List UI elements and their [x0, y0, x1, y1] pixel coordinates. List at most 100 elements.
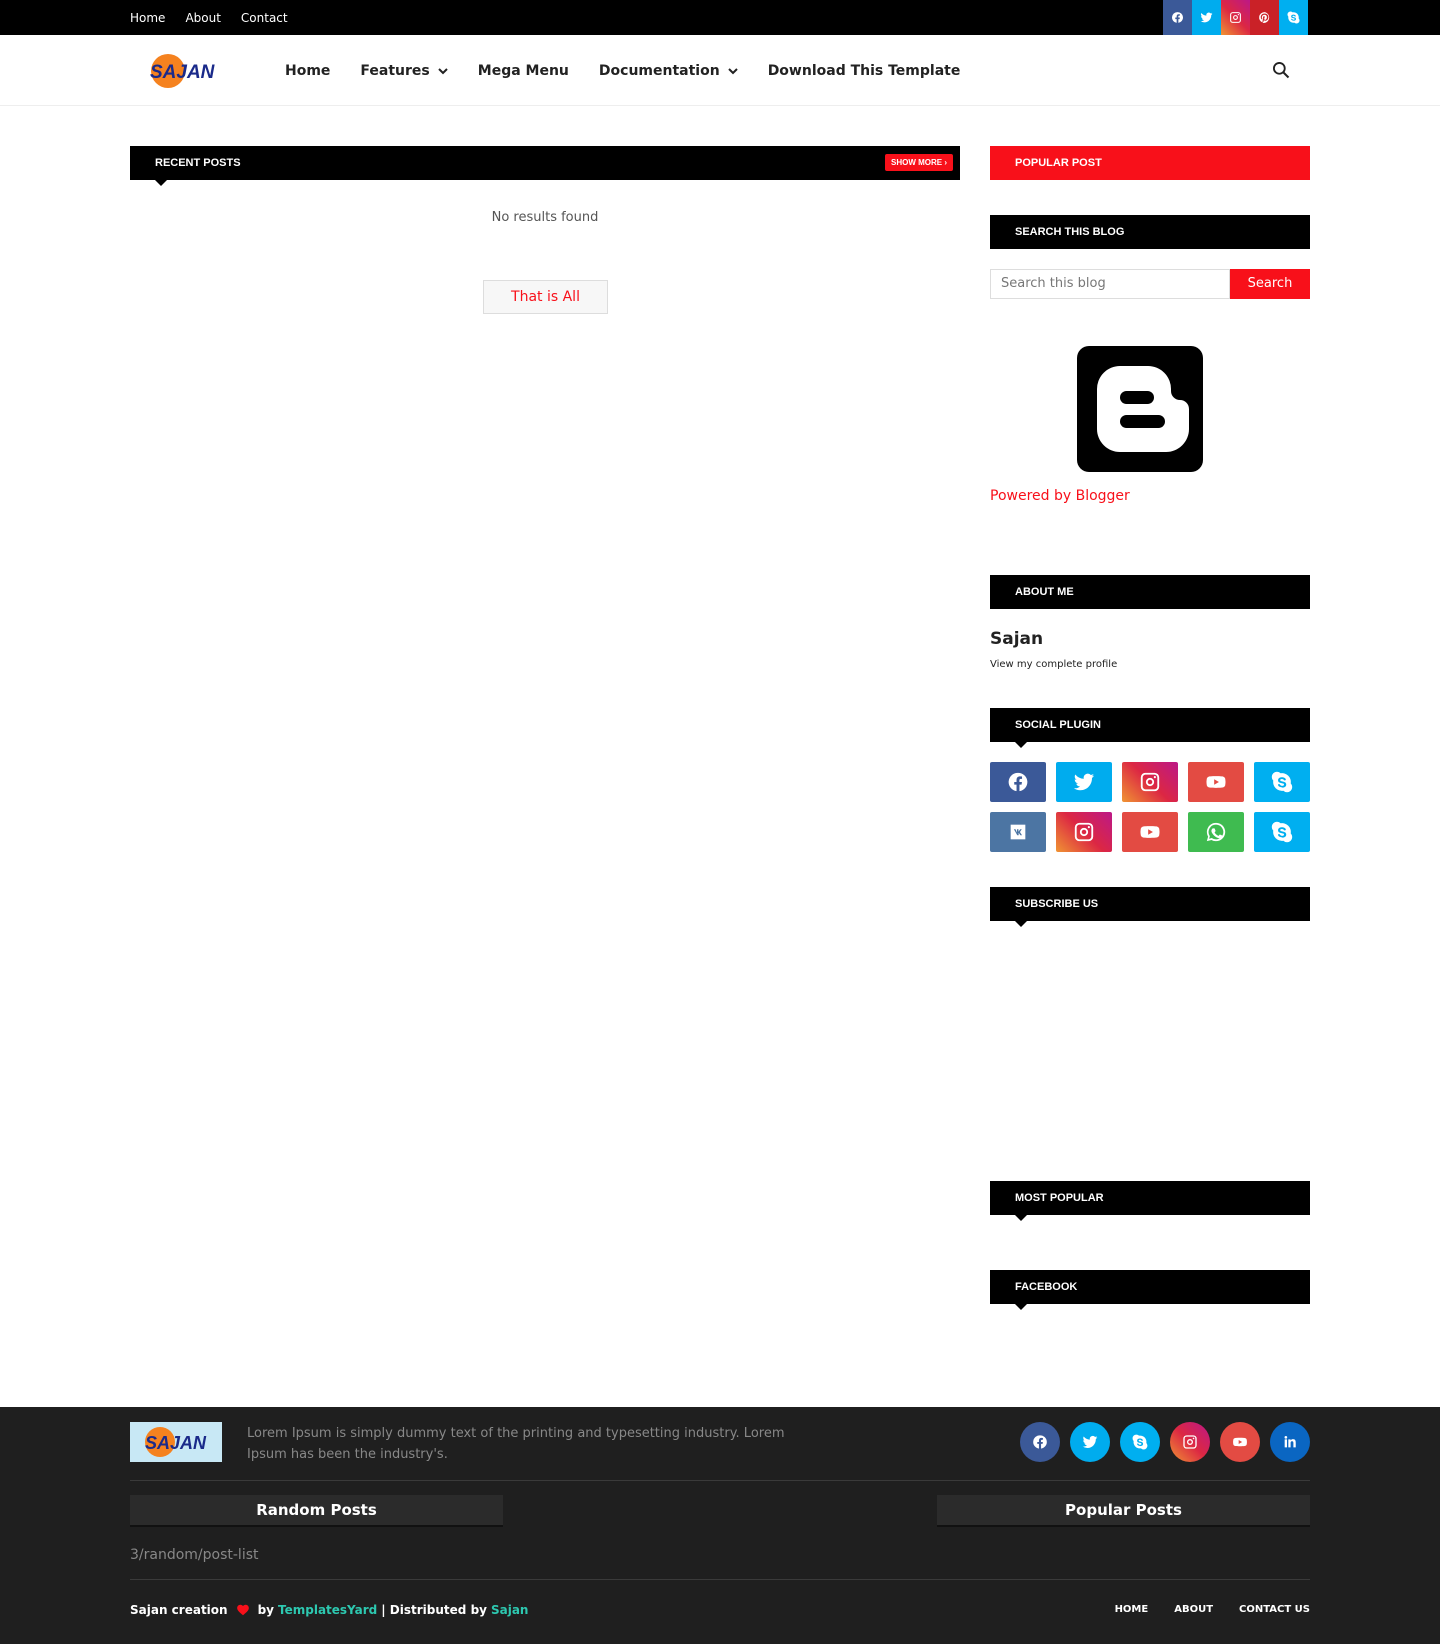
top-menu-home[interactable]: Home — [130, 11, 165, 25]
social-header: Social Plugin — [990, 708, 1310, 748]
facebook-widget: Facebook — [990, 1270, 1310, 1310]
popular-post-title: Popular Post — [1015, 157, 1102, 169]
show-more-button[interactable]: SHOW MORE › — [885, 154, 953, 171]
youtube-icon[interactable] — [1122, 812, 1178, 852]
pinterest-icon[interactable] — [1250, 0, 1279, 35]
search-form: Search this blog Search — [990, 269, 1310, 299]
site-header: SAJAN Home Features Mega Menu Documentat… — [0, 35, 1440, 106]
subscribe-widget: Subscribe Us — [990, 887, 1310, 927]
social-title: Social Plugin — [1015, 719, 1101, 731]
social-plugin-grid — [990, 762, 1310, 852]
title-arrow — [1015, 921, 1027, 927]
credit-text: Sajan creation — [130, 1603, 228, 1617]
about-title: About Me — [1015, 586, 1074, 598]
search-button[interactable]: Search — [1230, 269, 1310, 299]
nav-documentation[interactable]: Documentation — [599, 63, 738, 79]
heart-icon — [236, 1604, 249, 1616]
footer-menu-contact[interactable]: CONTACT US — [1239, 1604, 1310, 1615]
about-widget: About Me — [990, 575, 1310, 609]
nav-download-label: Download This Template — [767, 62, 961, 79]
blogger-logo[interactable] — [1077, 346, 1203, 472]
recent-posts-title: Recent Posts — [155, 157, 241, 169]
nav-features[interactable]: Features — [360, 62, 448, 79]
blogger-icon — [1097, 366, 1189, 452]
footer-menu: HOME ABOUT CONTACT US — [1115, 1604, 1310, 1615]
facebook-header: Facebook — [990, 1270, 1310, 1310]
facebook-title: Facebook — [1015, 1281, 1078, 1293]
top-menu-contact[interactable]: Contact — [241, 11, 288, 25]
about-header: About Me — [990, 575, 1310, 609]
linkedin-icon[interactable] — [1270, 1422, 1310, 1462]
nav-download[interactable]: Download This Template — [768, 63, 961, 79]
recent-posts-header: Recent Posts SHOW MORE › — [130, 146, 960, 186]
instagram-icon[interactable] — [1122, 762, 1178, 802]
site-logo[interactable]: SAJAN — [148, 51, 222, 91]
most-popular-header: Most Popular — [990, 1181, 1310, 1221]
sajan-link[interactable]: Sajan — [491, 1603, 529, 1617]
chevron-down-icon — [438, 67, 448, 74]
footer-divider — [130, 1579, 1310, 1580]
top-bar: Home About Contact — [0, 0, 1440, 35]
footer-divider — [130, 1480, 1310, 1481]
powered-by-blogger-link[interactable]: Powered by Blogger — [990, 488, 1130, 504]
facebook-icon[interactable] — [1020, 1422, 1060, 1462]
vk-icon[interactable] — [990, 812, 1046, 852]
popular-post-widget: Popular Post — [990, 146, 1310, 180]
chevron-down-icon — [727, 67, 738, 74]
nav-mega-menu[interactable]: Mega Menu — [478, 63, 569, 79]
whatsapp-icon[interactable] — [1188, 812, 1244, 852]
nav-features-label: Features — [360, 62, 430, 79]
footer-social — [1020, 1422, 1310, 1462]
main-column: Recent Posts SHOW MORE › No results foun… — [130, 146, 960, 314]
search-header: Search This Blog — [990, 215, 1310, 249]
popular-posts-header: Popular Posts — [937, 1495, 1310, 1527]
show-more-label: SHOW MORE — [891, 158, 943, 167]
top-menu-about[interactable]: About — [185, 11, 220, 25]
youtube-icon[interactable] — [1220, 1422, 1260, 1462]
nav-documentation-label: Documentation — [598, 62, 720, 79]
most-popular-title: Most Popular — [1015, 1192, 1104, 1204]
nav-home[interactable]: Home — [285, 63, 330, 79]
footer-menu-home[interactable]: HOME — [1115, 1604, 1149, 1615]
subscribe-title: Subscribe Us — [1015, 898, 1099, 910]
instagram-icon[interactable] — [1056, 812, 1112, 852]
search-widget-title: Search This Blog — [1015, 226, 1125, 238]
title-arrow — [1015, 1215, 1027, 1221]
skype-icon[interactable] — [1279, 0, 1308, 35]
skype-icon[interactable] — [1254, 812, 1310, 852]
title-arrow — [155, 180, 167, 186]
top-social — [1163, 0, 1308, 35]
profile-link[interactable]: View my complete profile — [990, 659, 1117, 670]
no-results-text: No results found — [491, 210, 599, 225]
credit-by: by — [257, 1603, 274, 1617]
facebook-icon[interactable] — [990, 762, 1046, 802]
most-popular-widget: Most Popular — [990, 1181, 1310, 1221]
footer-logo[interactable]: SAJAN — [130, 1422, 222, 1462]
profile-name[interactable]: Sajan — [990, 629, 1043, 649]
svg-text:SAJAN: SAJAN — [145, 1433, 207, 1453]
footer-menu-about[interactable]: ABOUT — [1174, 1604, 1213, 1615]
facebook-icon[interactable] — [1163, 0, 1192, 35]
templatesyard-link[interactable]: TemplatesYard — [278, 1603, 377, 1617]
popular-post-header: Popular Post — [990, 146, 1310, 180]
title-arrow — [1015, 1304, 1027, 1310]
site-footer: SAJAN Lorem Ipsum is simply dummy text o… — [0, 1407, 1440, 1644]
twitter-icon[interactable] — [1070, 1422, 1110, 1462]
twitter-icon[interactable] — [1192, 0, 1221, 35]
skype-icon[interactable] — [1120, 1422, 1160, 1462]
nav-home-label: Home — [285, 62, 331, 79]
search-icon[interactable] — [1271, 60, 1291, 80]
random-posts-placeholder: 3/random/post-list — [130, 1547, 259, 1563]
social-widget: Social Plugin — [990, 708, 1310, 748]
instagram-icon[interactable] — [1221, 0, 1250, 35]
random-posts-header: Random Posts — [130, 1495, 503, 1527]
search-input[interactable]: Search this blog — [990, 269, 1230, 299]
search-widget: Search This Blog — [990, 215, 1310, 249]
twitter-icon[interactable] — [1056, 762, 1112, 802]
youtube-icon[interactable] — [1188, 762, 1244, 802]
that-is-all-button[interactable]: That is All — [483, 280, 608, 314]
footer-description: Lorem Ipsum is simply dummy text of the … — [247, 1426, 785, 1462]
title-arrow — [1015, 742, 1027, 748]
instagram-icon[interactable] — [1170, 1422, 1210, 1462]
skype-icon[interactable] — [1254, 762, 1310, 802]
